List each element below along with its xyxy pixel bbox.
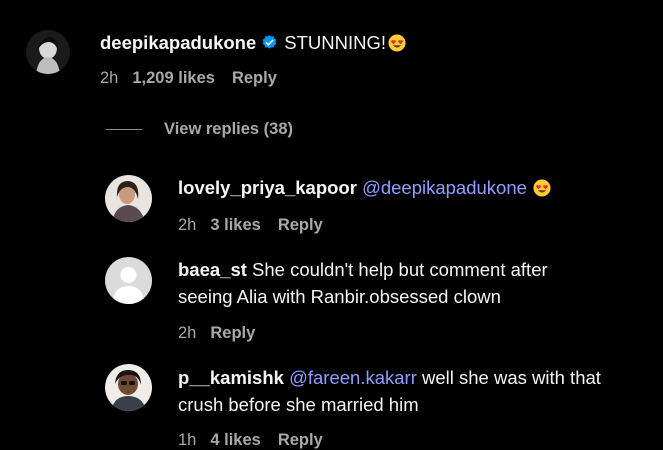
comments-thread: deepikapadukone STUNNING! 2h 1,209 likes Re… xyxy=(0,0,663,450)
avatar-deepikapadukone[interactable] xyxy=(26,30,70,74)
comment-body: deepikapadukone STUNNING! xyxy=(100,30,406,56)
view-replies-label: View replies (38) xyxy=(164,119,294,138)
reply-meta: 2h Reply xyxy=(178,322,272,344)
timestamp: 1h xyxy=(178,431,197,449)
username-link[interactable]: lovely_priya_kapoor xyxy=(178,177,357,198)
reply-meta: 1h 4 likes Reply xyxy=(178,429,340,450)
username-link[interactable]: deepikapadukone xyxy=(100,32,256,53)
reply-body: lovely_priya_kapoor @deepikapadukone xyxy=(178,175,551,201)
reply-button[interactable]: Reply xyxy=(232,69,277,87)
heart-eyes-emoji-icon xyxy=(533,178,551,197)
comment-text: STUNNING! xyxy=(284,32,387,53)
avatar-p-kamishk[interactable] xyxy=(105,364,152,411)
divider-line xyxy=(106,128,142,130)
timestamp: 2h xyxy=(178,324,197,342)
view-replies-button[interactable]: View replies (38) xyxy=(106,118,293,140)
reply-body-line-1: p__kamishk @fareen.kakarr well she was w… xyxy=(178,365,601,391)
timestamp: 2h xyxy=(178,216,197,234)
comment-text: She couldn't help but comment after xyxy=(252,259,548,280)
reply-body-line-2: seeing Alia with Ranbir.obsessed clown xyxy=(178,284,501,310)
reply-body-line-2: crush before she married him xyxy=(178,392,419,418)
likes-count[interactable]: 1,209 likes xyxy=(132,69,215,87)
verified-badge-icon xyxy=(261,32,278,49)
avatar-baea-st[interactable] xyxy=(105,257,152,304)
comment-text: well she was with that xyxy=(422,367,601,388)
username-link[interactable]: baea_st xyxy=(178,259,247,280)
comment-meta: 2h 1,209 likes Reply xyxy=(100,67,294,89)
timestamp: 2h xyxy=(100,69,119,87)
heart-eyes-emoji-icon xyxy=(388,33,406,52)
avatar-lovely-priya-kapoor[interactable] xyxy=(105,175,152,222)
reply-meta: 2h 3 likes Reply xyxy=(178,214,340,236)
mention-link[interactable]: @deepikapadukone xyxy=(362,177,527,198)
comment-text: crush before she married him xyxy=(178,394,419,415)
likes-count[interactable]: 3 likes xyxy=(210,216,260,234)
likes-count[interactable]: 4 likes xyxy=(210,431,260,449)
reply-button[interactable]: Reply xyxy=(210,324,255,342)
reply-body-line-1: baea_st She couldn't help but comment af… xyxy=(178,257,548,283)
comment-text: seeing Alia with Ranbir.obsessed clown xyxy=(178,286,501,307)
username-link[interactable]: p__kamishk xyxy=(178,367,284,388)
mention-link[interactable]: @fareen.kakarr xyxy=(289,367,417,388)
reply-button[interactable]: Reply xyxy=(278,216,323,234)
reply-button[interactable]: Reply xyxy=(278,431,323,449)
